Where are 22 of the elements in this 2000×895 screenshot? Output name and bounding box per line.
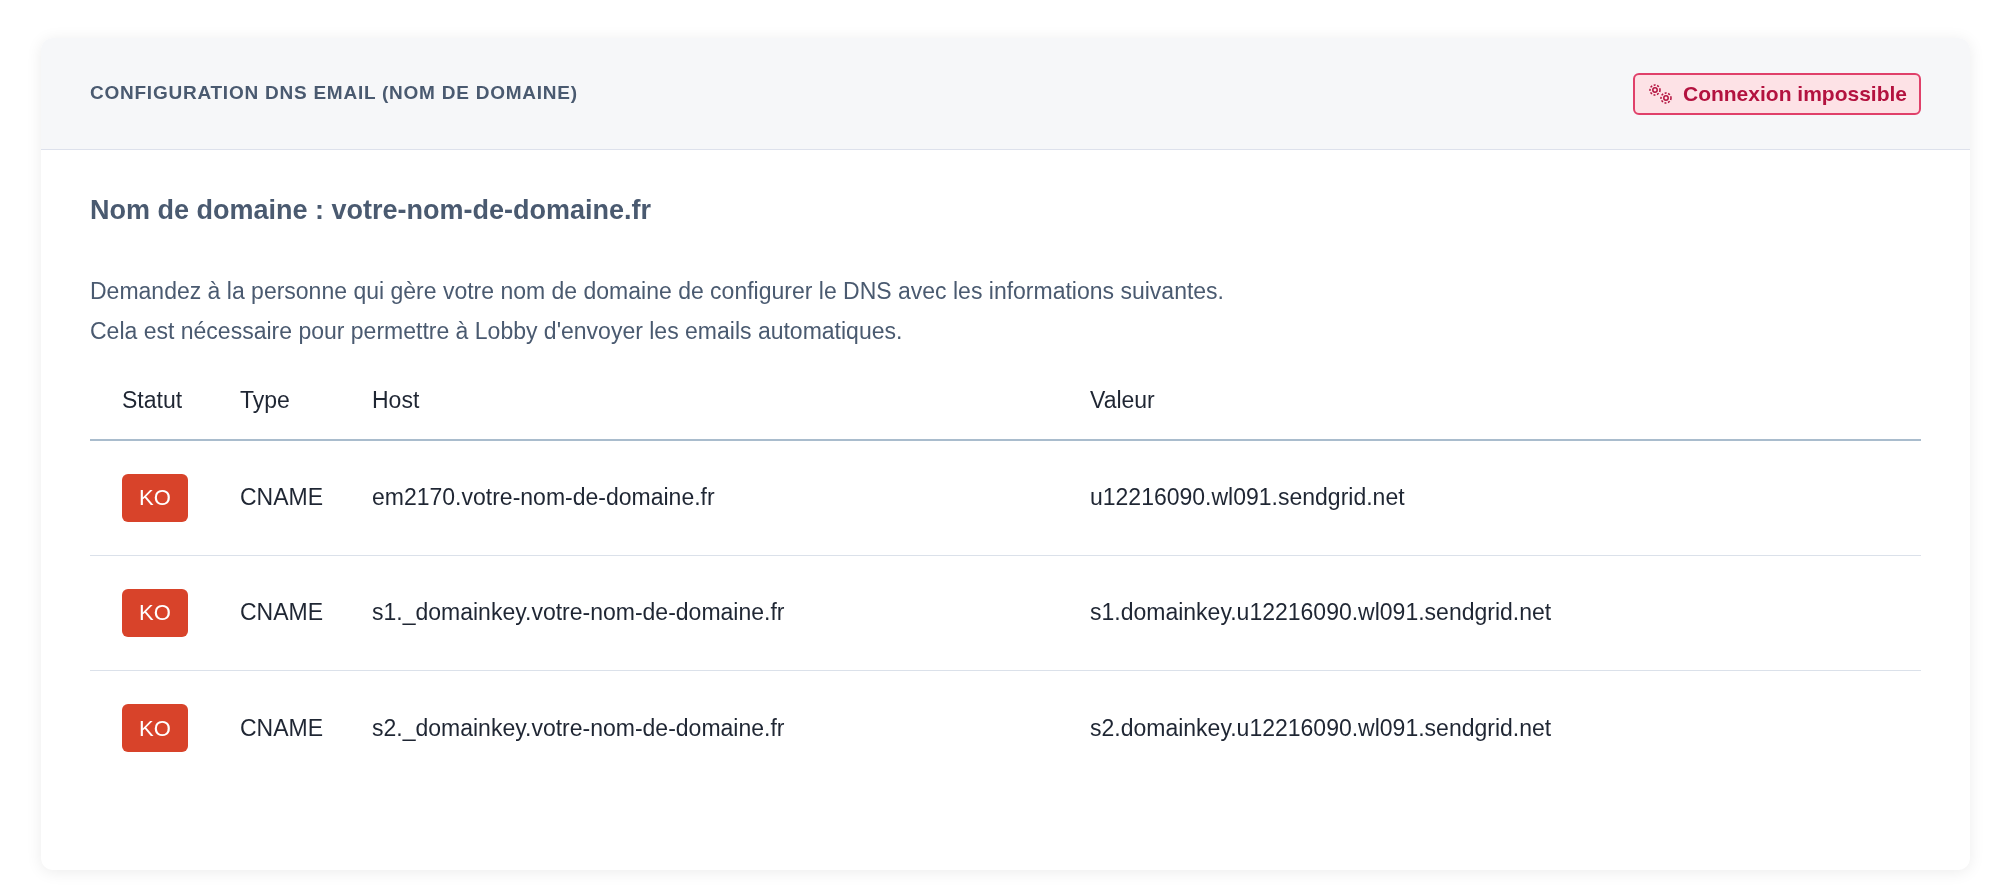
card-title: CONFIGURATION DNS EMAIL (NOM DE DOMAINE) bbox=[90, 81, 578, 106]
column-header: Statut bbox=[122, 386, 184, 416]
status-tag: KO bbox=[122, 704, 188, 752]
table-cell-text: u12216090.wl091.sendgrid.net bbox=[1090, 483, 1406, 513]
status-tag: KO bbox=[122, 588, 188, 637]
table-cell-text: s2.domainkey.u12216090.wl091.sendgrid.net bbox=[1090, 713, 1553, 743]
table-cell-text: s1.domainkey.u12216090.wl091.sendgrid.net bbox=[1090, 598, 1553, 628]
table-cell-text: em2170.votre-nom-de-domaine.fr bbox=[372, 483, 716, 513]
column-header: Host bbox=[372, 386, 421, 416]
table-cell-text: CNAME bbox=[240, 713, 325, 743]
domain-heading: Nom de domaine : votre-nom-de-domaine.fr bbox=[90, 194, 653, 227]
column-header: Type bbox=[240, 386, 291, 416]
column-header: Valeur bbox=[1090, 386, 1156, 416]
status-tag: KO bbox=[122, 473, 188, 522]
status-badge: Connexion impossible bbox=[1632, 72, 1921, 115]
table-cell-text: CNAME bbox=[240, 483, 325, 513]
instruction-text: Cela est nécessaire pour permettre à Lobby d'envoyer les emails automatiques. bbox=[90, 316, 904, 346]
table-cell-text: CNAME bbox=[240, 598, 325, 628]
instruction-text: Demandez à la personne qui gère votre nom de domaine de configurer le DNS avec les informations suivantes. bbox=[90, 276, 1225, 306]
gears-icon bbox=[1646, 81, 1675, 106]
table-cell-text: s1._domainkey.votre-nom-de-domaine.fr bbox=[372, 598, 786, 628]
table-cell-text: s2._domainkey.votre-nom-de-domaine.fr bbox=[372, 713, 786, 743]
